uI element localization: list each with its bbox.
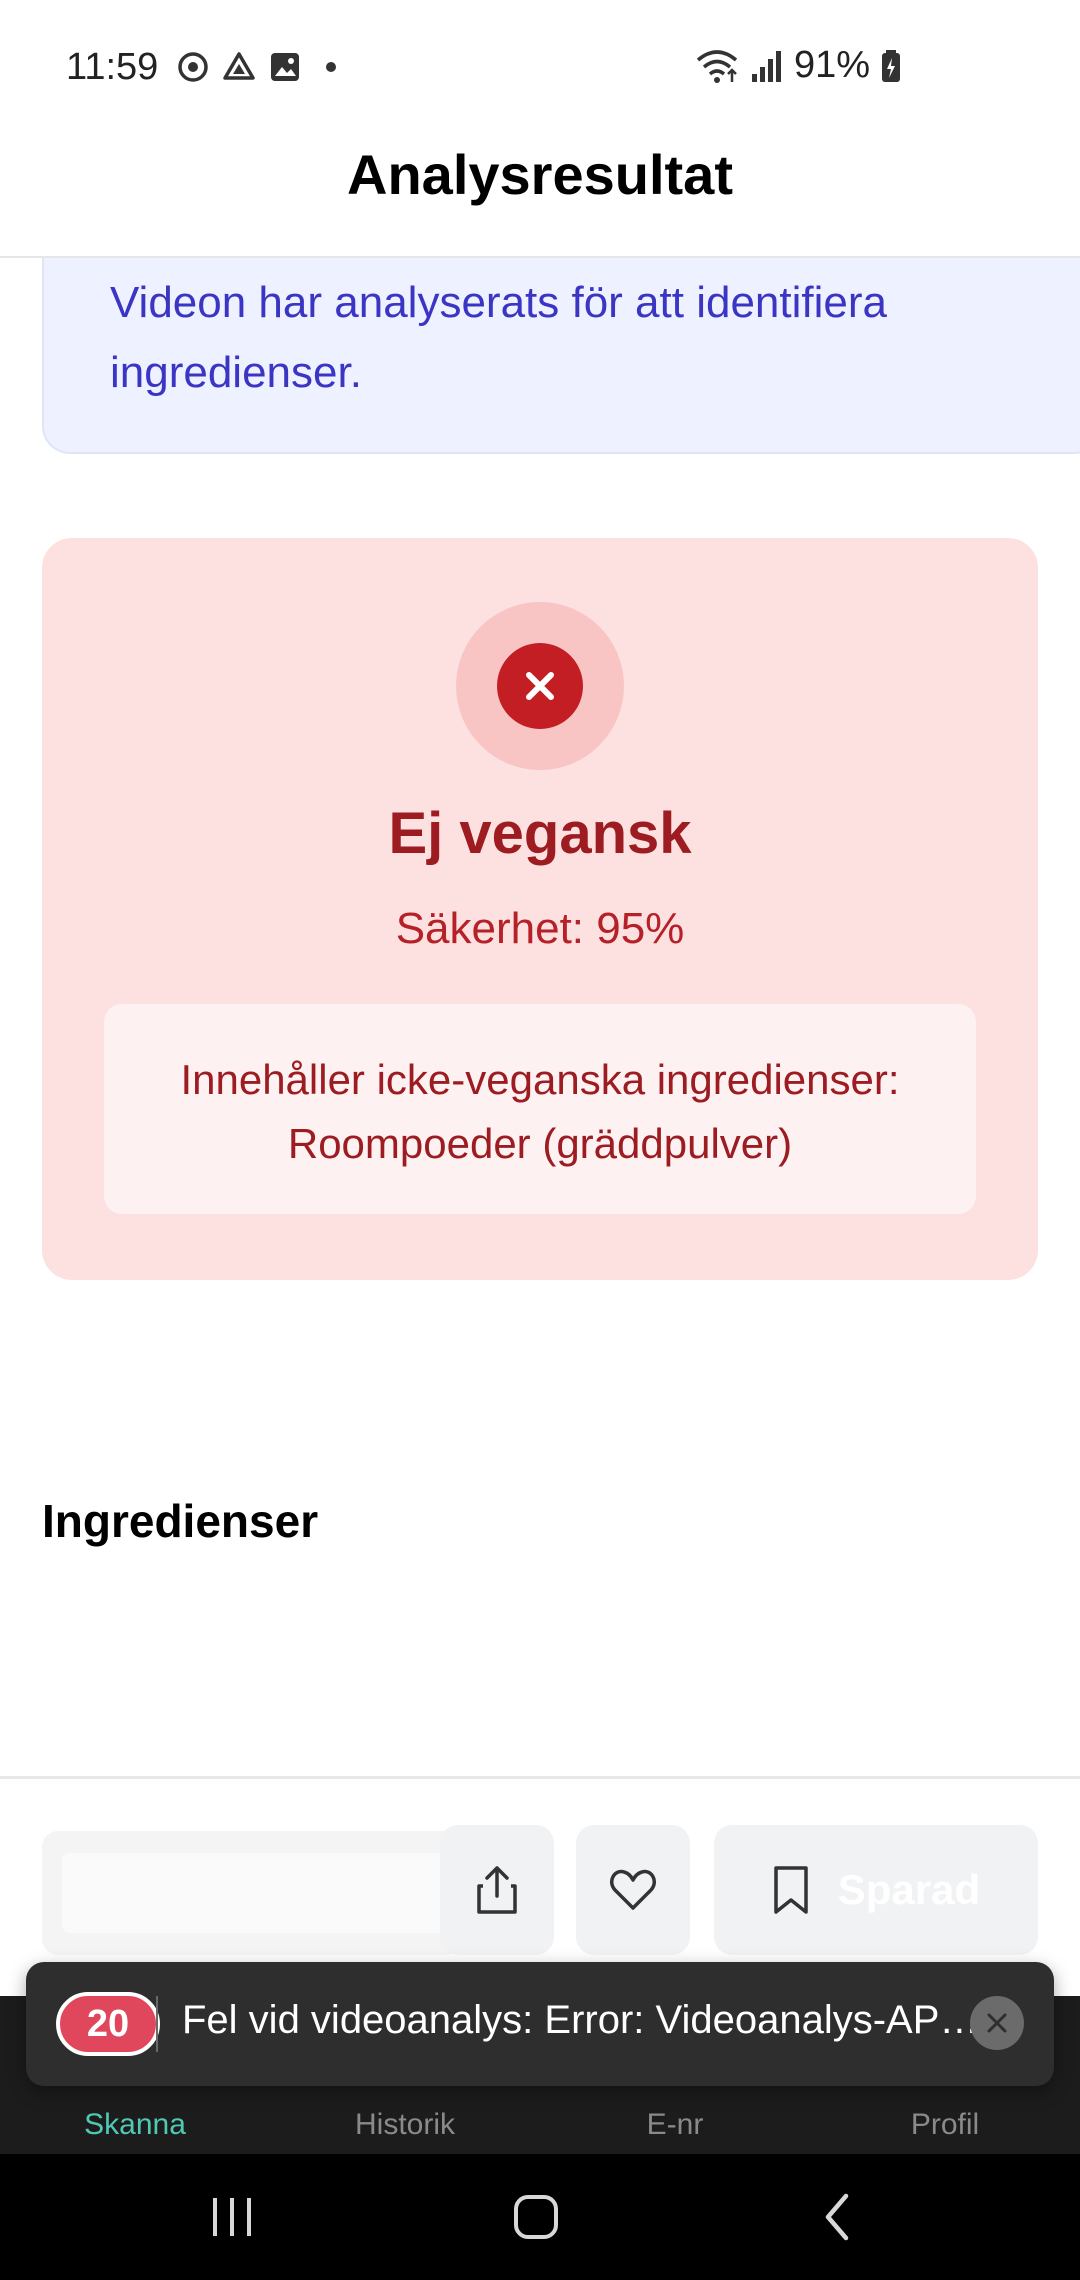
toast-close-button[interactable] (970, 1996, 1024, 2050)
status-notification-icons (176, 50, 336, 84)
not-vegan-icon (497, 643, 583, 729)
error-toast[interactable]: 20 Fel vid videoanalys: Error: Videoanal… (26, 1962, 1054, 2086)
sync-icon (178, 52, 208, 82)
close-icon (987, 2013, 1007, 2033)
ghost-placeholder (42, 1831, 462, 1955)
home-icon (514, 2195, 558, 2239)
drive-icon (223, 52, 255, 80)
nav-label-e-nr: E-nr (646, 2108, 704, 2141)
result-confidence: Säkerhet: 95% (395, 904, 685, 953)
share-button[interactable] (440, 1825, 554, 1955)
result-status-badge (456, 602, 624, 770)
more-notifications-icon (326, 62, 336, 72)
page-title: Analysresultat (347, 143, 733, 206)
nav-label-historik: Historik (354, 2108, 455, 2141)
signal-icon (751, 50, 781, 82)
toast-message: Fel vid videoanalys: Error: Videoanalys-… (182, 1998, 982, 2042)
back-button[interactable] (778, 2180, 898, 2254)
result-reason-box: Innehåller icke-veganska ingredienser: R… (104, 1004, 976, 1214)
status-time: 11:59 (66, 46, 159, 88)
nav-label-skanna: Skanna (84, 2108, 186, 2141)
bookmark-icon (774, 1866, 808, 1914)
heart-icon (610, 1869, 656, 1910)
system-navigation-bar (0, 2154, 1080, 2280)
save-button[interactable]: Sparad (714, 1825, 1038, 1955)
favorite-button[interactable] (576, 1825, 690, 1955)
wifi-icon (696, 49, 738, 83)
ingredients-heading: Ingredienser (42, 1495, 319, 1547)
status-bar: 11:59 91% (0, 0, 1080, 132)
analysis-info-text: Videon har analyserats för att identifie… (110, 278, 887, 397)
result-reason-text: Innehåller icke-veganska ingredienser: R… (180, 1056, 900, 1167)
home-button[interactable] (476, 2180, 596, 2254)
result-title: Ej vegansk (388, 801, 692, 866)
recent-apps-icon (213, 2198, 251, 2236)
status-system-icons: 91% (694, 44, 902, 87)
vegan-result-card: Ej vegansk Säkerhet: 95% Innehåller icke… (42, 538, 1038, 1280)
app-header: Analysresultat (0, 132, 1080, 258)
recent-apps-button[interactable] (172, 2180, 292, 2254)
battery-charging-icon (882, 49, 900, 82)
battery-percentage: 91% (793, 44, 870, 86)
gallery-icon (271, 53, 299, 81)
back-icon (825, 2193, 849, 2241)
nav-label-profil: Profil (910, 2108, 980, 2141)
save-button-label: Sparad (837, 1866, 981, 1913)
analysis-info-card: Videon har analyserats för att identifie… (42, 258, 1080, 454)
share-icon (477, 1866, 517, 1914)
toast-divider (156, 1996, 158, 2052)
toast-count-badge: 20 (56, 1992, 160, 2056)
